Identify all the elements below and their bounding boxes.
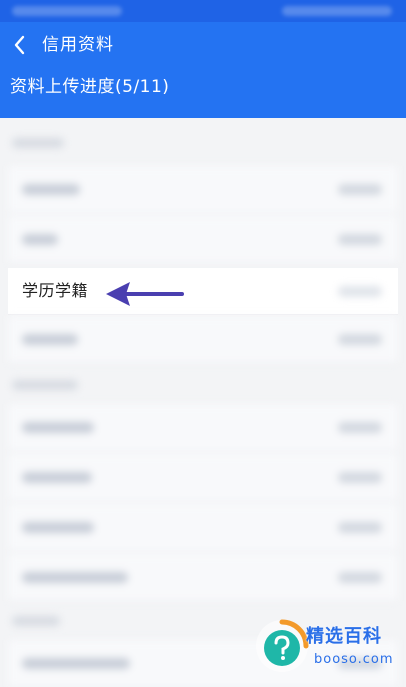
section-header bbox=[12, 380, 78, 390]
back-button[interactable] bbox=[8, 32, 32, 58]
watermark-domain: booso.com bbox=[314, 652, 394, 667]
arrow-left-icon bbox=[106, 282, 184, 306]
list-item-status bbox=[338, 286, 382, 297]
list-item[interactable] bbox=[8, 554, 398, 601]
list-item-label: 学历学籍 bbox=[22, 281, 89, 300]
section-header bbox=[12, 616, 60, 626]
status-bar-left-info bbox=[12, 6, 122, 16]
list-item[interactable] bbox=[8, 216, 398, 263]
list-item[interactable] bbox=[8, 404, 398, 451]
status-bar-right-info bbox=[282, 6, 392, 16]
status-bar bbox=[0, 0, 406, 22]
header: 信用资料 资料上传进度(5/11) bbox=[0, 22, 406, 118]
list-item[interactable] bbox=[8, 454, 398, 501]
list-item[interactable] bbox=[8, 166, 398, 213]
list-item-education[interactable]: 学历学籍 bbox=[8, 268, 398, 315]
page-title: 信用资料 bbox=[42, 35, 114, 55]
watermark-title: 精选百科 bbox=[306, 626, 382, 647]
list-item[interactable] bbox=[8, 504, 398, 551]
question-mark-icon bbox=[256, 619, 309, 672]
list-item[interactable] bbox=[8, 316, 398, 363]
chevron-left-icon bbox=[14, 35, 25, 55]
content-area: 学历学籍 bbox=[0, 118, 406, 687]
section-header bbox=[12, 138, 64, 148]
upload-progress-label: 资料上传进度(5/11) bbox=[10, 77, 170, 97]
watermark: 精选百科 booso.com bbox=[248, 614, 406, 677]
